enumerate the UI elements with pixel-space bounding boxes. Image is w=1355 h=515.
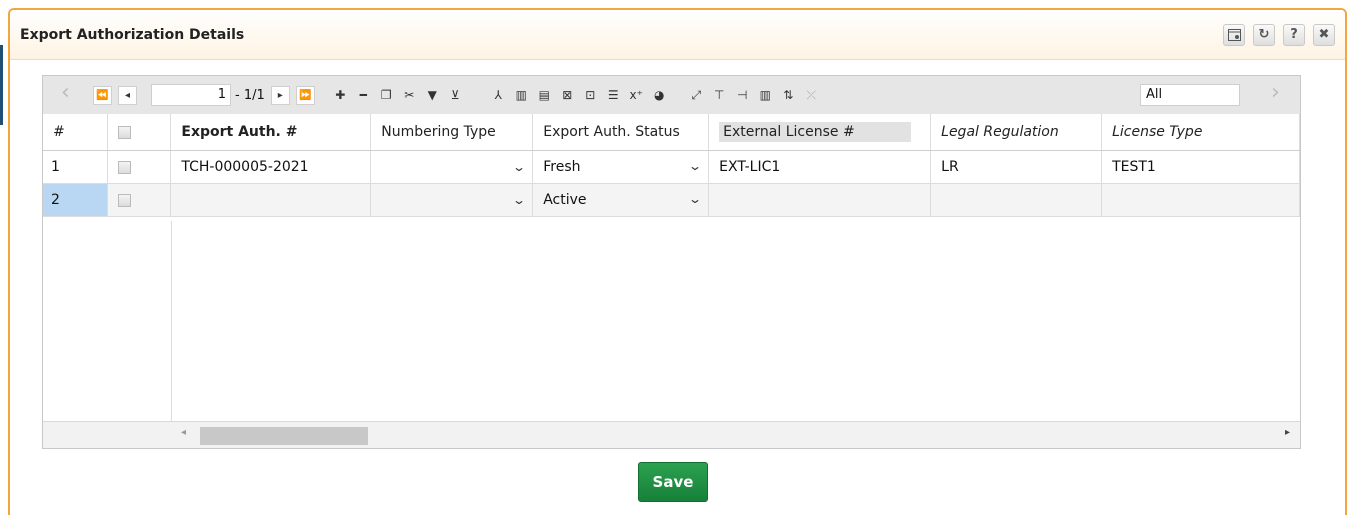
external-license-cell[interactable] — [708, 183, 932, 217]
scroll-right-arrow-icon[interactable]: ▸ — [1285, 427, 1290, 438]
help-icon[interactable]: ? — [1283, 23, 1305, 46]
last-page-icon[interactable]: ⏩ — [295, 85, 315, 105]
license-type-cell[interactable] — [1101, 183, 1300, 217]
grid-toolbar: ‹ ⏪ ◂ 1 - 1/1 ▸ ⏩ ✚ ━ ❐ ✂ ▼ ⊻ ⅄ ▥ ▤ ⊠ ⊡ … — [43, 76, 1300, 115]
table-row[interactable]: 2 ⌄ Active ⌄ — [43, 183, 1300, 217]
table-row[interactable]: 1 TCH-000005-2021 ⌄ Fresh ⌄ EXT-LIC1 LR T… — [43, 150, 1300, 184]
chevron-down-icon[interactable]: ⌄ — [688, 192, 702, 206]
filter-icon[interactable]: ▼ — [423, 86, 442, 105]
dialog-title: Export Authorization Details — [20, 26, 245, 43]
row-number: 2 — [43, 183, 109, 217]
pin-top-icon[interactable]: ⊤ — [710, 86, 729, 105]
clear-filter-icon[interactable]: ⊻ — [446, 86, 465, 105]
row-checkbox[interactable] — [118, 193, 132, 207]
pin-side-icon[interactable]: ⊣ — [733, 86, 752, 105]
row-select-cell[interactable] — [107, 150, 172, 184]
cut-icon[interactable]: ✂ — [400, 86, 419, 105]
grid-table: # Export Auth. # Numbering Type Export A… — [43, 114, 1300, 217]
scroll-right-icon[interactable]: › — [1271, 80, 1280, 105]
status-value: Fresh — [543, 159, 581, 175]
dialog-header-actions: ↻ ? ✖ — [1223, 23, 1335, 46]
pie-chart-icon[interactable]: ◕ — [650, 86, 669, 105]
window-edge — [0, 45, 3, 125]
dialog-titlebar: Export Authorization Details ↻ ? ✖ — [10, 10, 1345, 60]
pdf-export-icon[interactable]: ⅄ — [489, 86, 508, 105]
sort-icon[interactable]: ⇅ — [779, 86, 798, 105]
numbering-type-cell[interactable]: ⌄ — [370, 150, 534, 184]
header-row: # Export Auth. # Numbering Type Export A… — [43, 114, 1300, 151]
export-auth-cell[interactable]: TCH-000005-2021 — [170, 150, 372, 184]
page-number-input[interactable]: 1 — [151, 84, 231, 106]
export-authorization-grid: ‹ ⏪ ◂ 1 - 1/1 ▸ ⏩ ✚ ━ ❐ ✂ ▼ ⊻ ⅄ ▥ ▤ ⊠ ⊡ … — [42, 75, 1301, 449]
col-header-export-auth[interactable]: Export Auth. # — [170, 114, 372, 151]
col-header-row-number[interactable]: # — [43, 114, 109, 151]
next-page-icon[interactable]: ▸ — [270, 85, 290, 105]
export-authorization-dialog: Export Authorization Details ↻ ? ✖ ‹ ⏪ ◂… — [8, 8, 1347, 515]
close-icon[interactable]: ✖ — [1313, 23, 1335, 46]
refresh-icon[interactable]: ↻ — [1253, 23, 1275, 46]
chevron-down-icon[interactable]: ⌄ — [688, 159, 702, 173]
columns-icon[interactable]: ▥ — [756, 86, 775, 105]
row-checkbox[interactable] — [118, 160, 132, 174]
scroll-left-icon[interactable]: ‹ — [61, 80, 70, 105]
row-select-cell[interactable] — [107, 183, 172, 217]
col-header-license-type[interactable]: License Type — [1101, 114, 1300, 151]
license-type-cell[interactable]: TEST1 — [1101, 150, 1300, 184]
col-header-export-auth-status[interactable]: Export Auth. Status — [532, 114, 710, 151]
status-value: Active — [543, 192, 587, 208]
horizontal-scrollbar[interactable]: ◂ ▸ — [43, 421, 1300, 448]
col-header-numbering-type[interactable]: Numbering Type — [370, 114, 534, 151]
col-header-external-license[interactable]: External License # — [708, 114, 932, 151]
numbering-type-cell[interactable]: ⌄ — [370, 183, 534, 217]
external-license-cell[interactable]: EXT-LIC1 — [708, 150, 932, 184]
col-header-external-license-label: External License # — [719, 122, 911, 142]
expand-icon[interactable]: ⤢ — [687, 86, 706, 105]
legal-regulation-cell[interactable] — [930, 183, 1103, 217]
scroll-left-arrow-icon[interactable]: ◂ — [181, 427, 186, 438]
unlink-icon[interactable]: ⤫ — [802, 86, 821, 105]
page-total: - 1/1 — [235, 87, 265, 103]
remove-row-icon[interactable]: ━ — [354, 86, 373, 105]
status-cell[interactable]: Fresh ⌄ — [532, 150, 710, 184]
frozen-column-divider — [43, 221, 172, 421]
status-cell[interactable]: Active ⌄ — [532, 183, 710, 217]
prev-page-icon[interactable]: ◂ — [118, 85, 137, 105]
add-row-icon[interactable]: ✚ — [331, 86, 350, 105]
chart-icon[interactable]: ▥ — [512, 86, 531, 105]
formula-icon[interactable]: x⁺ — [627, 86, 646, 105]
select-all-checkbox[interactable] — [118, 125, 132, 139]
export-auth-cell[interactable] — [170, 183, 372, 217]
html-export-icon[interactable]: ▤ — [535, 86, 554, 105]
col-header-select[interactable] — [107, 114, 172, 151]
chevron-down-icon[interactable]: ⌄ — [512, 160, 526, 174]
search-scope-select[interactable]: All — [1140, 84, 1240, 106]
scrollbar-thumb[interactable] — [200, 427, 368, 445]
first-page-icon[interactable]: ⏪ — [93, 85, 112, 105]
customize-icon[interactable] — [1223, 23, 1245, 46]
excel-alt-export-icon[interactable]: ⊡ — [581, 86, 600, 105]
legal-regulation-cell[interactable]: LR — [930, 150, 1103, 184]
save-button[interactable]: Save — [638, 462, 708, 502]
text-export-icon[interactable]: ☰ — [604, 86, 623, 105]
copy-icon[interactable]: ❐ — [377, 86, 396, 105]
row-number: 1 — [43, 150, 109, 184]
chevron-down-icon[interactable]: ⌄ — [512, 193, 526, 207]
excel-export-icon[interactable]: ⊠ — [558, 86, 577, 105]
col-header-legal-regulation[interactable]: Legal Regulation — [930, 114, 1103, 151]
